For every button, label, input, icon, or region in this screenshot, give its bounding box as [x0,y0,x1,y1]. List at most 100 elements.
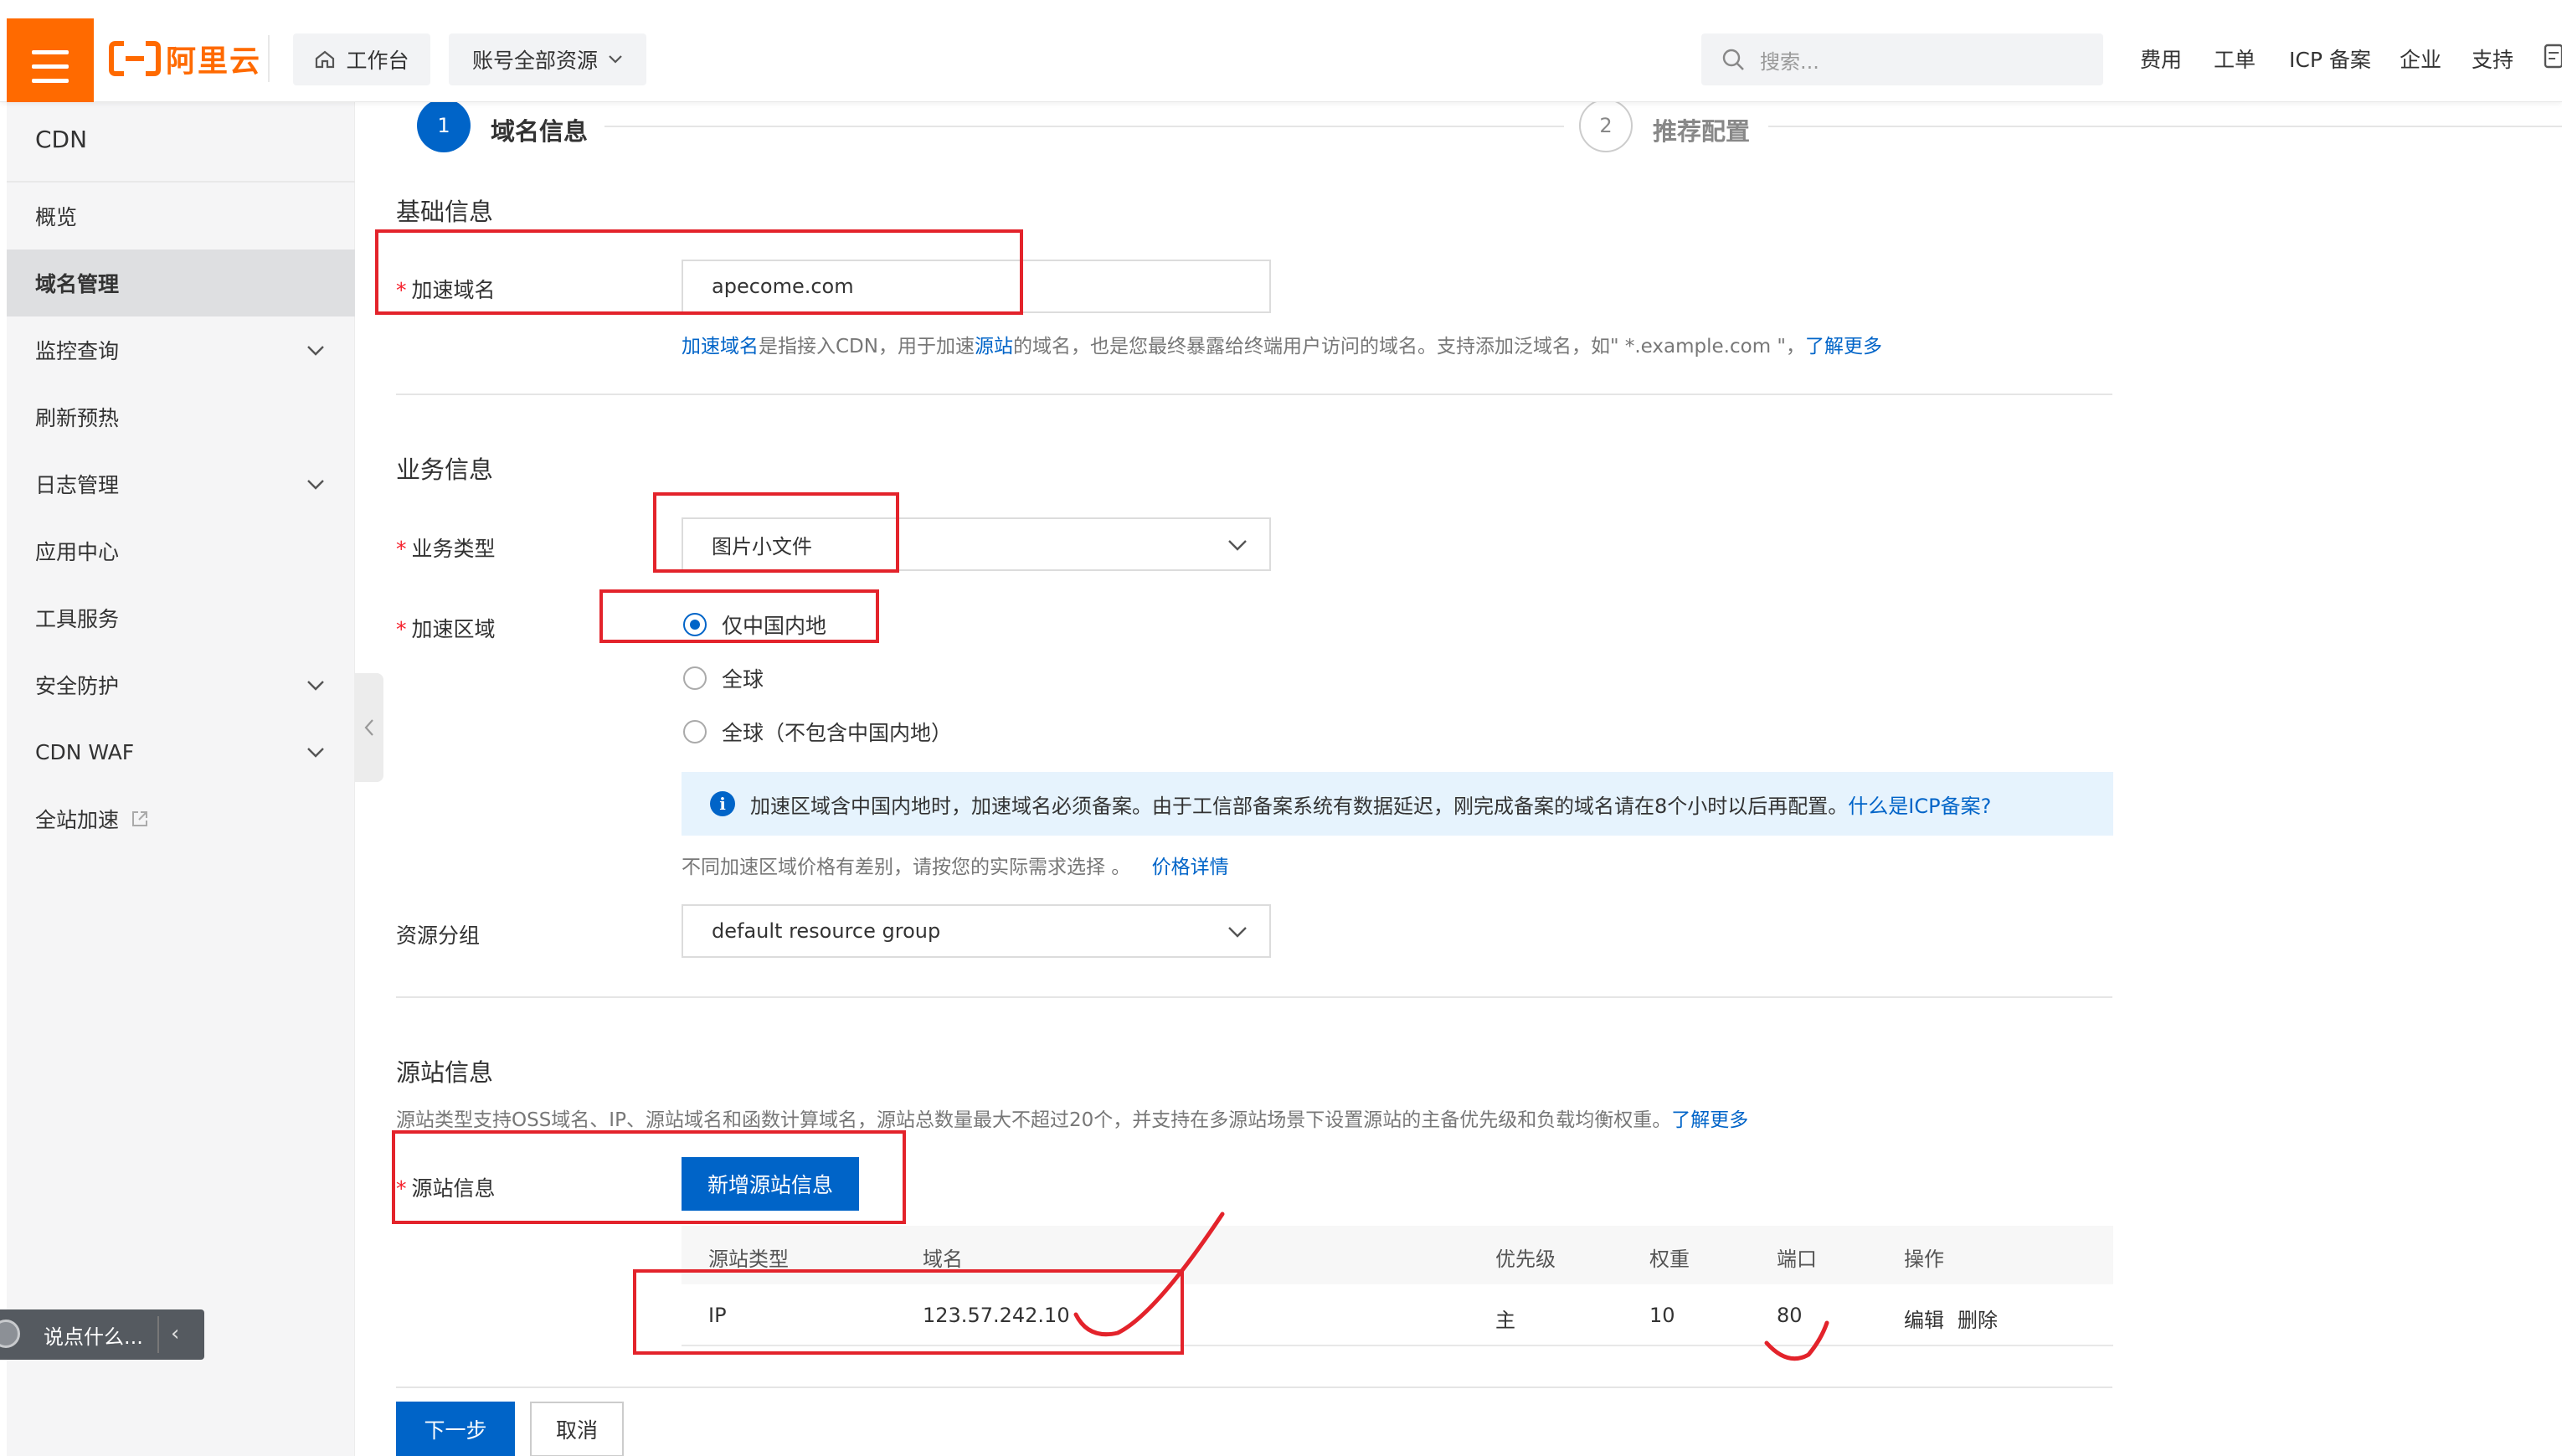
help-link-learn-more[interactable]: 了解更多 [1805,336,1882,358]
region-option-label: 仅中国内地 [722,614,827,638]
sidebar-item-logs[interactable]: 日志管理 [7,450,355,517]
resource-group-label: 资源分组 [396,924,481,948]
section-divider [396,1387,2112,1388]
sidebar-item-label: 安全防护 [35,674,120,698]
aliyun-logo-icon[interactable] [109,40,161,77]
cell-domain: 123.57.242.10 [923,1304,1070,1327]
sidebar-item-label: 全站加速 [35,808,120,832]
domain-input[interactable]: apecome.com [682,260,1271,313]
chevron-down-icon [1228,540,1247,551]
feedback-widget[interactable]: 说点什么... ‹ [0,1309,204,1360]
cancel-button[interactable]: 取消 [530,1402,624,1456]
step-2-label: 推荐配置 [1653,117,1751,146]
chevron-down-icon [307,748,324,758]
sidebar-item-security[interactable]: 安全防护 [7,651,355,718]
resource-group-value: default resource group [712,919,941,943]
domain-input-value: apecome.com [712,275,854,298]
sidebar-item-monitoring[interactable]: 监控查询 [7,316,355,383]
edit-origin-link[interactable]: 编辑 [1904,1304,1944,1333]
icp-help-link[interactable]: 什么是ICP备案? [1848,795,1991,818]
header-divider [268,35,270,82]
nav-icp[interactable]: ICP 备案 [2289,44,2371,74]
section-divider [396,394,2112,395]
sidebar-item-label: 域名管理 [35,272,120,296]
radio-icon[interactable] [683,666,707,690]
sidebar-item-label: 概览 [35,205,78,229]
workbench-button[interactable]: 工作台 [293,33,430,85]
cell-origin-type: IP [708,1304,727,1327]
menu-toggle-button[interactable] [7,18,94,102]
step-connector-tail [1768,126,2562,127]
help-link-origin[interactable]: 源站 [975,336,1013,358]
search-placeholder: 搜索... [1760,49,1819,74]
sidebar-collapse-button[interactable] [355,673,383,782]
message-icon[interactable] [2542,42,2562,70]
sidebar-item-tools[interactable]: 工具服务 [7,584,355,651]
chevron-left-icon [364,719,373,736]
region-option-mainland[interactable]: 仅中国内地 [683,610,826,640]
home-icon [316,50,335,69]
nav-enterprise[interactable]: 企业 [2400,44,2441,74]
sidebar-item-domain-management[interactable]: 域名管理 [7,250,355,316]
business-type-label-text: 业务类型 [411,537,496,561]
next-step-button[interactable]: 下一步 [396,1402,515,1456]
sidebar-item-label: 日志管理 [35,473,120,497]
hamburger-icon-bar [32,79,69,83]
sidebar-item-overview[interactable]: 概览 [7,183,355,250]
nav-support[interactable]: 支持 [2472,44,2513,74]
price-details-link[interactable]: 价格详情 [1152,857,1229,878]
radio-icon[interactable] [683,720,707,743]
sidebar-item-label: 监控查询 [35,339,120,363]
sidebar-item-refresh-preload[interactable]: 刷新预热 [7,383,355,450]
business-type-select[interactable]: 图片小文件 [682,517,1271,571]
origin-label-text: 源站信息 [411,1176,496,1201]
feedback-avatar-icon [0,1320,20,1348]
step-connector [604,126,1564,127]
sidebar-item-label: CDN WAF [35,739,135,764]
business-type-value: 图片小文件 [712,534,812,558]
feedback-label: 说点什么... [44,1325,143,1349]
domain-help-text: 加速域名是指接入CDN，用于加速源站的域名，也是您最终暴露给终端用户访问的域名。… [682,330,1882,358]
cell-priority: 主 [1495,1309,1515,1332]
sidebar-item-cdn-waf[interactable]: CDN WAF [7,718,355,785]
checkmark-port [1764,1320,1829,1361]
search-input[interactable]: 搜索... [1701,33,2103,85]
domain-field-label: * 加速域名 [396,274,496,304]
chevron-down-icon [307,346,324,356]
region-option-label: 全球 [722,667,764,692]
brand-name[interactable]: 阿里云 [166,37,261,80]
region-option-global[interactable]: 全球 [683,663,764,693]
col-priority: 优先级 [1495,1248,1556,1271]
sidebar-item-label: 应用中心 [35,540,120,564]
table-row-divider [682,1345,2113,1346]
nav-billing[interactable]: 费用 [2140,44,2182,74]
col-origin-type: 源站类型 [708,1248,789,1271]
region-option-global-excl-mainland[interactable]: 全球（不包含中国内地） [683,717,952,747]
origin-field-label: * 源站信息 [396,1172,496,1202]
workbench-label: 工作台 [346,49,409,73]
sidebar-item-app-center[interactable]: 应用中心 [7,517,355,584]
region-label: * 加速区域 [396,613,496,643]
sidebar-item-dcdn[interactable]: 全站加速 [7,785,355,852]
step-1-label: 域名信息 [491,117,589,146]
col-weight: 权重 [1649,1248,1690,1271]
section-title-origin: 源站信息 [396,1058,494,1087]
nav-tickets[interactable]: 工单 [2214,44,2256,74]
radio-selected-icon[interactable] [683,613,707,636]
delete-origin-link[interactable]: 删除 [1958,1304,1998,1333]
origin-table-header [682,1226,2113,1284]
sidebar-title: CDN [35,126,88,153]
chevron-down-icon [307,681,324,691]
origin-learn-more-link[interactable]: 了解更多 [1671,1109,1748,1131]
section-title-basic: 基础信息 [396,198,494,226]
add-origin-button[interactable]: 新增源站信息 [682,1157,859,1211]
domain-label-text: 加速域名 [411,278,496,302]
required-mark: * [396,1176,407,1201]
chevron-left-icon[interactable]: ‹ [171,1321,179,1346]
sidebar-item-label: 工具服务 [35,607,120,631]
resource-scope-dropdown[interactable]: 账号全部资源 [449,33,646,85]
chevron-down-icon [307,480,324,490]
help-link-domain[interactable]: 加速域名 [682,336,759,358]
section-title-business: 业务信息 [396,455,494,484]
resource-group-select[interactable]: default resource group [682,904,1271,958]
